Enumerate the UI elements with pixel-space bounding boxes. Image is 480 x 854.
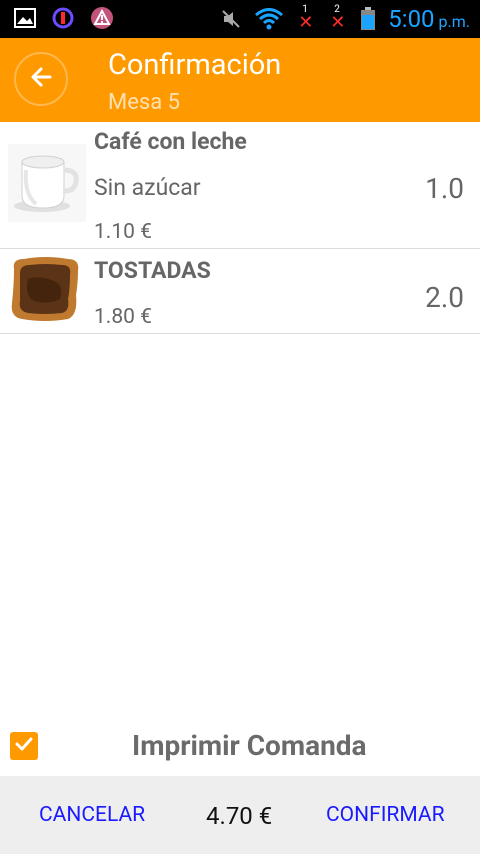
status-bar: 1 ✕ 2 ✕ 5:00 p.m. <box>0 0 480 38</box>
item-price: 1.80 € <box>94 305 152 329</box>
order-total: 4.70 € <box>206 802 273 830</box>
bottom-bar: CANCELAR 4.70 € CONFIRMAR <box>0 776 480 854</box>
mute-icon <box>220 8 242 34</box>
item-quantity: 1.0 <box>425 172 464 205</box>
cancel-button[interactable]: CANCELAR <box>39 802 145 828</box>
checkmark-icon <box>13 733 35 759</box>
clock-ampm: p.m. <box>438 12 470 31</box>
item-name: Café con leche <box>94 128 247 155</box>
warning-icon <box>90 6 114 34</box>
gallery-icon <box>14 7 36 33</box>
clock-time: 5:00 <box>388 5 435 33</box>
print-comanda-checkbox[interactable] <box>10 732 38 760</box>
action-bar: Confirmación Mesa 5 <box>0 38 480 122</box>
sim1-no-signal-icon: 1 ✕ <box>298 3 314 33</box>
toast-image <box>8 255 82 329</box>
print-comanda-row: Imprimir Comanda <box>0 726 480 768</box>
app-notification-icon <box>52 6 74 34</box>
battery-icon <box>360 6 376 35</box>
page-subtitle: Mesa 5 <box>108 90 181 115</box>
item-quantity: 2.0 <box>425 281 464 314</box>
item-name: TOSTADAS <box>94 257 211 284</box>
clock: 5:00 p.m. <box>388 6 470 35</box>
arrow-left-icon <box>28 64 54 94</box>
confirm-button[interactable]: CONFIRMAR <box>326 802 445 828</box>
order-item[interactable]: TOSTADAS 1.80 € 2.0 <box>0 249 480 334</box>
status-bar-notifications <box>14 6 114 34</box>
coffee-cup-image <box>8 144 86 226</box>
wifi-icon <box>254 7 284 34</box>
item-note: Sin azúcar <box>94 174 201 201</box>
print-comanda-label[interactable]: Imprimir Comanda <box>132 728 367 764</box>
status-bar-system: 1 ✕ 2 ✕ 5:00 p.m. <box>220 3 470 35</box>
order-item[interactable]: Café con leche Sin azúcar 1.10 € 1.0 <box>0 122 480 249</box>
item-price: 1.10 € <box>94 220 152 244</box>
order-list: Café con leche Sin azúcar 1.10 € 1.0 TOS… <box>0 122 480 334</box>
sim2-no-signal-icon: 2 ✕ <box>330 3 346 33</box>
back-button[interactable] <box>14 52 68 106</box>
page-title: Confirmación <box>108 48 282 82</box>
